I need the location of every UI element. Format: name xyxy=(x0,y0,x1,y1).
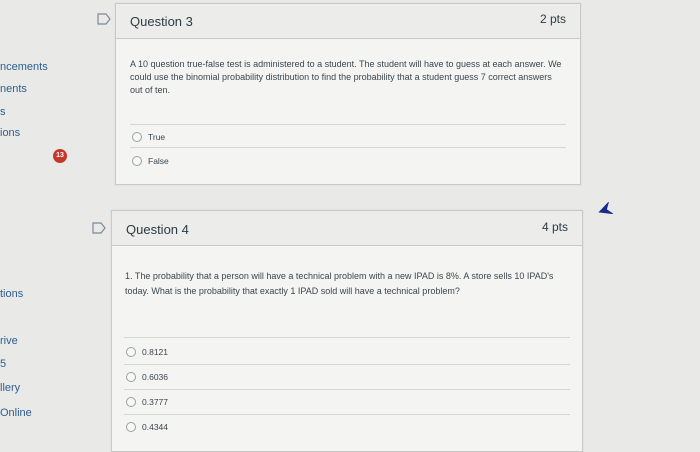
answer-option-true[interactable]: True xyxy=(132,132,165,142)
divider xyxy=(124,364,570,365)
answer-option-2[interactable]: 0.6036 xyxy=(126,372,168,382)
question-4-text: 1. The probability that a person will ha… xyxy=(125,271,554,296)
question-3-title: Question 3 xyxy=(130,14,193,29)
answer-option-3[interactable]: 0.3777 xyxy=(126,397,168,407)
divider xyxy=(130,124,566,125)
radio-button[interactable] xyxy=(126,347,136,357)
radio-button[interactable] xyxy=(126,372,136,382)
answer-option-false[interactable]: False xyxy=(132,156,169,166)
radio-button[interactable] xyxy=(132,132,142,142)
question-4-card: Question 4 4 pts 1. The probability that… xyxy=(111,210,583,452)
question-4-header: Question 4 4 pts xyxy=(112,211,582,246)
answer-label: True xyxy=(148,132,166,142)
radio-button[interactable] xyxy=(126,422,136,432)
nav-item-collaborations[interactable]: tions xyxy=(0,288,23,300)
divider xyxy=(124,389,570,390)
question-3-text: A 10 question true-false test is adminis… xyxy=(130,59,562,95)
divider xyxy=(130,147,566,148)
flag-question-icon[interactable] xyxy=(92,222,106,234)
answer-label: 0.8121 xyxy=(142,347,168,357)
question-4-points: 4 pts xyxy=(541,220,568,234)
question-3-header: Question 3 2 pts xyxy=(116,4,580,39)
answer-option-4[interactable]: 0.4344 xyxy=(126,422,168,432)
nav-item-drive[interactable]: rive xyxy=(0,335,18,347)
nav-item-online[interactable]: Online xyxy=(0,407,32,419)
question-3-card: Question 3 2 pts A 10 question true-fals… xyxy=(115,3,581,185)
answer-label: 0.6036 xyxy=(142,372,168,382)
nav-item-office365[interactable]: 5 xyxy=(0,358,6,370)
course-navigation: ncements nents s ions tions rive 5 llery… xyxy=(0,0,48,445)
nav-item-assignments[interactable]: nents xyxy=(0,83,27,95)
radio-button[interactable] xyxy=(132,156,142,166)
divider xyxy=(124,414,570,415)
mouse-cursor-icon xyxy=(598,202,613,215)
nav-item-discussions[interactable]: ions xyxy=(0,127,20,139)
answer-label: 0.4344 xyxy=(142,422,168,432)
answer-option-1[interactable]: 0.8121 xyxy=(126,347,168,357)
answer-label: False xyxy=(148,156,169,166)
nav-item-announcements[interactable]: ncements xyxy=(0,61,48,73)
nav-item-gallery[interactable]: llery xyxy=(0,382,20,394)
nav-item-grades[interactable]: s xyxy=(0,106,6,118)
notification-badge: 13 xyxy=(53,149,67,163)
flag-question-icon[interactable] xyxy=(97,13,111,25)
answer-label: 0.3777 xyxy=(142,397,168,407)
radio-button[interactable] xyxy=(126,397,136,407)
question-4-title: Question 4 xyxy=(126,222,189,237)
question-3-points: 2 pts xyxy=(539,12,566,26)
divider xyxy=(124,337,570,338)
